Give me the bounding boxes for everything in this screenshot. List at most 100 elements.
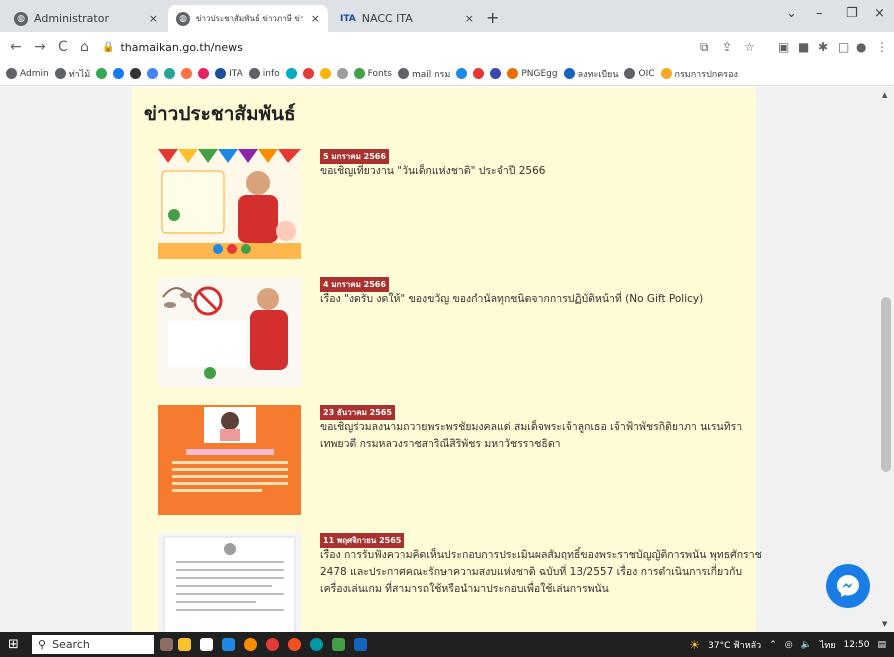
tab-nacc-ita[interactable]: ITA NACC ITA × [332, 5, 482, 32]
bookmark-item[interactable]: ITA [215, 68, 243, 79]
bookmark-label: info [262, 68, 280, 79]
bookmark-item[interactable]: กรมการปกครอง [660, 67, 738, 81]
bookmark-star-icon[interactable]: ☆ [744, 40, 755, 54]
tab-label: NACC ITA [361, 12, 413, 25]
bookmark-item[interactable]: Fonts [353, 68, 392, 79]
news-title-link[interactable]: เรื่อง การรับฟังความคิดเห็นประกอบการประเ… [320, 547, 765, 598]
share-icon[interactable]: ⇪ [722, 40, 732, 54]
bookmarks-bar: Admin ท่าไม้ ITA info Fonts mail กรม PNGEgg ลงท… [0, 62, 894, 86]
bookmark-item[interactable] [285, 68, 297, 79]
bookmark-label: OIC [638, 68, 655, 79]
bookmark-favicon-icon [164, 68, 176, 79]
messenger-chat-button[interactable] [826, 564, 870, 608]
back-button[interactable]: ← [10, 39, 22, 55]
bookmark-item[interactable]: ท่าไม้ [54, 67, 91, 81]
bookmark-item[interactable]: OIC [624, 68, 655, 79]
sidepanel-icon[interactable]: □ [838, 40, 849, 54]
bookmark-item[interactable] [181, 68, 193, 79]
bookmark-item[interactable]: Admin [6, 68, 49, 79]
bookmark-item[interactable] [113, 68, 125, 79]
bookmark-item[interactable] [490, 68, 502, 79]
tab-close-button[interactable]: × [465, 12, 474, 25]
clock[interactable]: 12:50 [844, 640, 870, 650]
reload-button[interactable]: C [58, 39, 68, 55]
task-view-icon[interactable] [200, 638, 213, 651]
maximize-button[interactable]: ❐ [846, 6, 858, 21]
scroll-down-arrow-icon[interactable]: ▼ [882, 620, 887, 628]
menu-icon[interactable]: ⋮ [876, 40, 888, 54]
tab-news[interactable]: ◍ ข่าวประชาสัมพันธ์ ข่าวภาษี ข่าวกิจกรรม… [168, 5, 328, 32]
profile-avatar[interactable]: ● [856, 40, 866, 54]
news-title-link[interactable]: ขอเชิญร่วมลงนามถวายพระพรชัยมงคลแด่ สมเด็… [320, 419, 765, 453]
nacc-logo-icon: ITA [340, 13, 356, 24]
news-title-link[interactable]: ขอเชิญเที่ยวงาน "วันเด็กแห่งชาติ" ประจำป… [320, 163, 765, 180]
language-indicator[interactable]: ไทย [820, 638, 836, 652]
news-thumbnail[interactable] [158, 149, 301, 259]
line-icon[interactable] [332, 638, 345, 651]
tab-close-button[interactable]: × [311, 12, 320, 25]
bookmark-item[interactable] [96, 68, 108, 79]
scrollbar-thumb[interactable] [881, 297, 891, 472]
bookmark-item[interactable] [336, 68, 348, 79]
scroll-up-arrow-icon[interactable]: ▲ [882, 91, 887, 99]
bookmark-favicon-icon [302, 68, 314, 79]
bookmark-item[interactable] [473, 68, 485, 79]
minimize-button[interactable]: – [816, 6, 823, 21]
url-text[interactable]: thamaikan.go.th/news [120, 41, 242, 54]
bookmark-item[interactable] [164, 68, 176, 79]
tab-search-button[interactable]: ⌄ [786, 6, 797, 21]
bookmark-favicon-icon [490, 68, 502, 79]
volume-icon[interactable]: 🔈 [801, 640, 812, 650]
news-title-link[interactable]: เรื่อง "งดรับ งดให้" ของขวัญ ของกำนัลทุก… [320, 291, 765, 308]
windows-start-icon[interactable]: ⊞ [8, 637, 19, 652]
opera-icon[interactable] [266, 638, 279, 651]
extension-icon[interactable]: ■ [798, 40, 809, 54]
weather-text[interactable]: 37°C ฟ้าหลัว [708, 638, 761, 652]
bookmark-label: ท่าไม้ [68, 69, 91, 80]
bookmark-item[interactable]: PNGEgg [507, 68, 558, 79]
bookmark-label: ITA [229, 68, 243, 79]
news-date: 23 ธันวาคม 2565 [320, 405, 395, 420]
bookmark-item[interactable] [319, 68, 331, 79]
title-bar: ◍ Administrator × ◍ ข่าวประชาสัมพันธ์ ข่… [0, 0, 894, 32]
word-icon[interactable] [354, 638, 367, 651]
chrome-icon[interactable] [244, 638, 257, 651]
bookmark-item[interactable] [456, 68, 468, 79]
taskbar-app-icon[interactable] [160, 638, 173, 651]
bookmark-item[interactable] [198, 68, 210, 79]
tab-close-button[interactable]: × [149, 12, 158, 25]
network-icon[interactable]: ◎ [785, 640, 793, 650]
bookmark-item[interactable]: ลงทะเบียน [563, 67, 618, 81]
bookmark-favicon-icon [248, 68, 260, 79]
bookmark-item[interactable]: info [248, 68, 280, 79]
extension-icon[interactable]: ▣ [778, 40, 789, 54]
page-scrollbar[interactable]: ▲ ▼ [878, 87, 894, 632]
bookmark-item[interactable] [147, 68, 159, 79]
bookmark-item[interactable] [130, 68, 142, 79]
taskbar-app-icon[interactable] [178, 638, 191, 651]
edge-icon[interactable] [310, 638, 323, 651]
translate-icon[interactable]: ⧉ [700, 40, 709, 55]
lock-icon[interactable]: 🔒 [102, 42, 114, 53]
news-thumbnail[interactable] [158, 405, 301, 515]
weather-icon: ☀ [689, 638, 701, 652]
new-tab-button[interactable]: + [486, 8, 499, 27]
puzzle-icon[interactable]: ✱ [818, 40, 828, 54]
close-window-button[interactable]: × [874, 6, 885, 21]
bookmark-favicon-icon [285, 68, 297, 79]
tab-administrator[interactable]: ◍ Administrator × [6, 5, 166, 32]
home-button[interactable]: ⌂ [80, 39, 89, 55]
bookmark-label: Fonts [367, 68, 392, 79]
firefox-icon[interactable] [288, 638, 301, 651]
address-bar[interactable]: 🔒 thamaikan.go.th/news [102, 35, 692, 59]
forward-button[interactable]: → [34, 39, 46, 55]
bookmark-favicon-icon [507, 68, 519, 79]
chevron-up-icon[interactable]: ⌃ [769, 640, 777, 650]
bookmark-item[interactable]: mail กรม [397, 67, 450, 81]
taskbar-search[interactable]: ⚲ Search [32, 635, 154, 654]
news-thumbnail[interactable] [158, 533, 301, 632]
notification-icon[interactable]: ▤ [877, 640, 886, 650]
file-explorer-icon[interactable] [222, 638, 235, 651]
news-thumbnail[interactable] [158, 277, 301, 387]
bookmark-item[interactable] [302, 68, 314, 79]
